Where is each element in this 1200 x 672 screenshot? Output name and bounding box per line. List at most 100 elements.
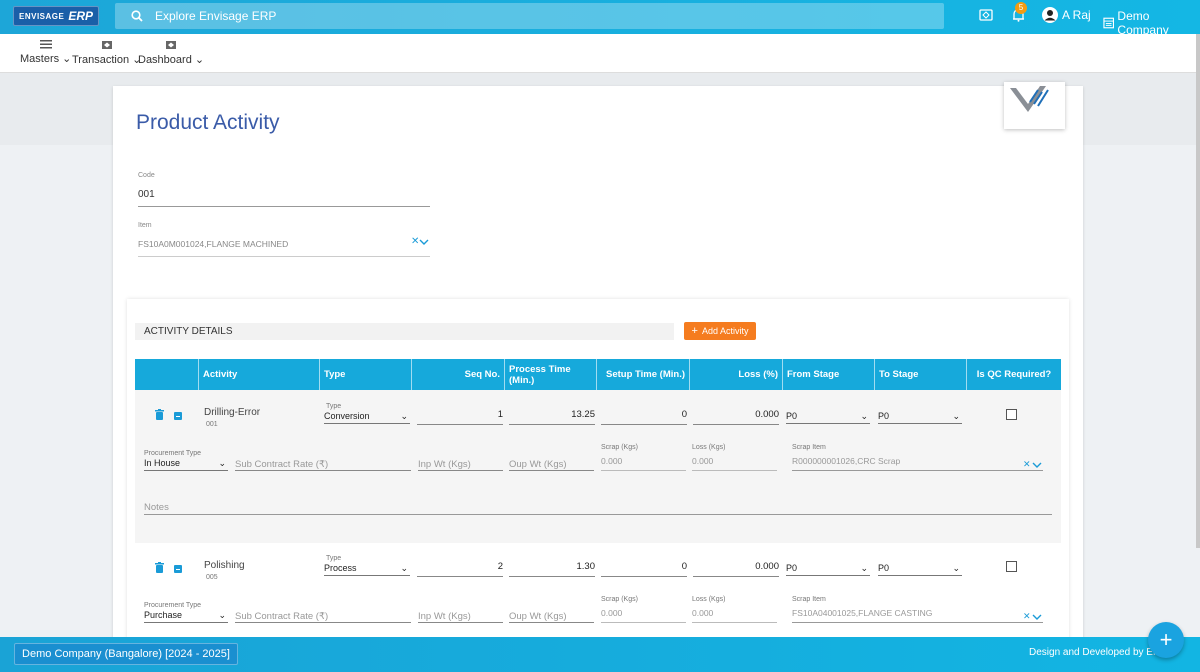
loss-kgs-input[interactable]: 0.000 <box>692 456 713 466</box>
scrap-label: Scrap (Kgs) <box>601 444 638 451</box>
scrap-input[interactable]: 0.000 <box>601 608 622 618</box>
process-time-underline <box>509 424 595 425</box>
chevron-down-icon[interactable] <box>419 239 429 245</box>
menu-transaction-label: Transaction ⌄ <box>72 54 142 66</box>
scrap-underline <box>601 622 686 623</box>
inp-wt-input[interactable]: Inp Wt (Kgs) <box>418 611 471 622</box>
user-menu[interactable]: A Raj <box>1042 7 1091 23</box>
col-seq: Seq No. <box>412 359 505 390</box>
building-icon <box>1103 17 1115 29</box>
sub-contract-underline <box>235 622 411 623</box>
company-selector[interactable]: Demo Company <box>1103 9 1200 37</box>
menu-transaction[interactable]: Transaction ⌄ <box>72 40 141 66</box>
activity-code: 005 <box>206 574 218 581</box>
add-activity-button[interactable]: + Add Activity <box>684 322 756 340</box>
seq-input[interactable]: 1 <box>417 409 503 420</box>
item-label: Item <box>138 222 152 229</box>
collapse-icon[interactable] <box>174 565 182 573</box>
checkmark-logo-icon <box>1010 86 1049 112</box>
scrap-item-label: Scrap Item <box>792 596 826 603</box>
oup-wt-input[interactable]: Oup Wt (Kgs) <box>509 611 567 622</box>
scrap-item-underline <box>792 622 1043 623</box>
setup-time-input[interactable]: 0 <box>601 409 687 420</box>
scrap-item-input[interactable]: FS10A04001025,FLANGE CASTING <box>792 608 932 618</box>
process-time-input[interactable]: 1.30 <box>509 561 596 572</box>
loss-kgs-input[interactable]: 0.000 <box>692 608 713 618</box>
inp-wt-input[interactable]: Inp Wt (Kgs) <box>418 459 471 470</box>
col-qc: Is QC Required? <box>976 369 1052 380</box>
trash-icon[interactable] <box>155 562 164 573</box>
process-time-underline <box>509 576 595 577</box>
footer-bar: Demo Company (Bangalore) [2024 - 2025] D… <box>0 637 1200 672</box>
seq-underline <box>417 576 503 577</box>
type-select[interactable]: Conversion ⌄ <box>324 409 410 424</box>
activity-name: Drilling-Error <box>204 407 261 418</box>
add-fab-button[interactable]: + <box>1148 622 1184 658</box>
clear-icon[interactable]: ✕ <box>1023 611 1031 622</box>
top-bar: ENVISAGE ERP Explore Envisage ERP 5 A Ra… <box>0 0 1200 37</box>
chevron-down-icon[interactable] <box>1032 462 1042 468</box>
search-icon <box>131 10 143 22</box>
scrap-item-input[interactable]: R000000001026,CRC Scrap <box>792 456 900 466</box>
activity-table-header: Activity Type Seq No. Process Time (Min.… <box>135 359 1061 390</box>
scrap-item-underline <box>792 470 1043 471</box>
from-stage-select[interactable]: P0 ⌄ <box>786 561 870 576</box>
code-value[interactable]: 001 <box>138 189 155 200</box>
col-type: Type <box>320 359 412 390</box>
oup-wt-underline <box>509 470 594 471</box>
company-name: Demo Company <box>1117 9 1169 37</box>
to-stage-select[interactable]: P0 ⌄ <box>878 409 962 424</box>
avatar-icon <box>1042 7 1058 23</box>
loss-pct-underline <box>693 424 779 425</box>
type-select[interactable]: Process ⌄ <box>324 561 410 576</box>
menu-bar: Masters ⌄ Transaction ⌄ Dashboard ⌄ <box>0 34 1196 73</box>
qc-checkbox[interactable] <box>1006 561 1017 572</box>
menu-dashboard[interactable]: Dashboard ⌄ <box>138 40 204 66</box>
notification-badge: 5 <box>1015 2 1027 14</box>
qc-checkbox[interactable] <box>1006 409 1017 420</box>
logo-text: ENVISAGE <box>19 11 65 21</box>
to-stage-select[interactable]: P0 ⌄ <box>878 561 962 576</box>
from-stage-select[interactable]: P0 ⌄ <box>786 409 870 424</box>
transaction-icon <box>101 41 112 49</box>
trash-icon[interactable] <box>155 409 164 420</box>
sub-contract-rate-input[interactable]: Sub Contract Rate (₹) <box>235 459 328 470</box>
procurement-type-select[interactable]: In House ⌄ <box>144 456 228 471</box>
col-activity: Activity <box>199 359 320 390</box>
collapse-icon[interactable] <box>174 412 182 420</box>
company-period-button[interactable]: Demo Company (Bangalore) [2024 - 2025] <box>14 643 238 665</box>
loss-kgs-label: Loss (Kgs) <box>692 444 726 451</box>
notes-input[interactable]: Notes <box>144 502 169 513</box>
seq-input[interactable]: 2 <box>417 561 503 572</box>
col-to-stage: To Stage <box>875 359 967 390</box>
loss-kgs-label: Loss (Kgs) <box>692 596 726 603</box>
loss-kgs-underline <box>692 470 777 471</box>
footer-credit: Design and Developed by EN... <box>1029 647 1169 658</box>
chevron-down-icon[interactable] <box>1032 614 1042 620</box>
code-underline <box>138 206 430 207</box>
scrap-input[interactable]: 0.000 <box>601 456 622 466</box>
process-time-input[interactable]: 13.25 <box>509 409 595 420</box>
scrap-label: Scrap (Kgs) <box>601 596 638 603</box>
inp-wt-underline <box>418 470 503 471</box>
col-loss: Loss (%) <box>690 359 783 390</box>
menu-masters[interactable]: Masters ⌄ <box>20 40 71 65</box>
clear-icon[interactable]: ✕ <box>1023 459 1031 470</box>
setup-time-input[interactable]: 0 <box>601 561 687 572</box>
inp-wt-underline <box>418 622 503 623</box>
loss-pct-input[interactable]: 0.000 <box>693 409 779 420</box>
oup-wt-input[interactable]: Oup Wt (Kgs) <box>509 459 567 470</box>
screen-icon[interactable] <box>979 8 993 22</box>
app-logo[interactable]: ENVISAGE ERP <box>13 6 100 26</box>
procurement-type-select[interactable]: Purchase ⌄ <box>144 608 228 623</box>
sub-contract-rate-input[interactable]: Sub Contract Rate (₹) <box>235 611 328 622</box>
item-value[interactable]: FS10A0M001024,FLANGE MACHINED <box>138 239 288 249</box>
loss-pct-input[interactable]: 0.000 <box>693 561 779 572</box>
col-from-stage: From Stage <box>783 359 875 390</box>
page-scrollbar[interactable] <box>1196 34 1200 548</box>
dashboard-icon <box>166 41 177 49</box>
activity-code: 001 <box>206 421 218 428</box>
activity-name: Polishing <box>204 560 245 571</box>
search-input[interactable]: Explore Envisage ERP <box>115 3 944 29</box>
loss-kgs-underline <box>692 622 777 623</box>
